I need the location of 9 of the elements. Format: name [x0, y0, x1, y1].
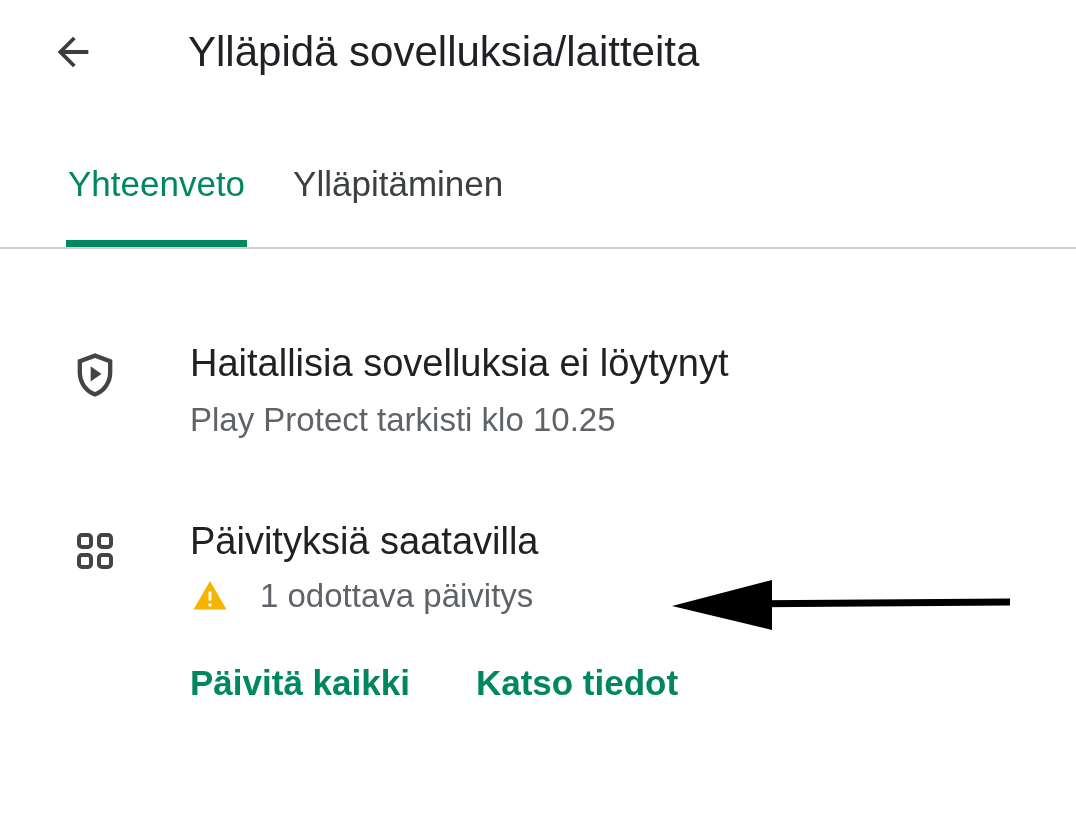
page-title: Ylläpidä sovelluksia/laitteita [188, 28, 700, 76]
item-title: Päivityksiä saatavilla [190, 519, 540, 564]
action-link[interactable]: Katso tiedot [475, 663, 679, 703]
tab[interactable]: Ylläpitäminen [291, 148, 506, 247]
pending-update-text: 1 odottava päivitys [260, 577, 534, 615]
item-title: Haitallisia sovelluksia ei löytynyt [190, 341, 729, 386]
tab[interactable]: Yhteenveto [66, 148, 248, 247]
item-subtitle: Play Protect tarkisti klo 10.25 [190, 401, 617, 439]
action-link[interactable]: Päivitä kaikki [190, 663, 410, 703]
